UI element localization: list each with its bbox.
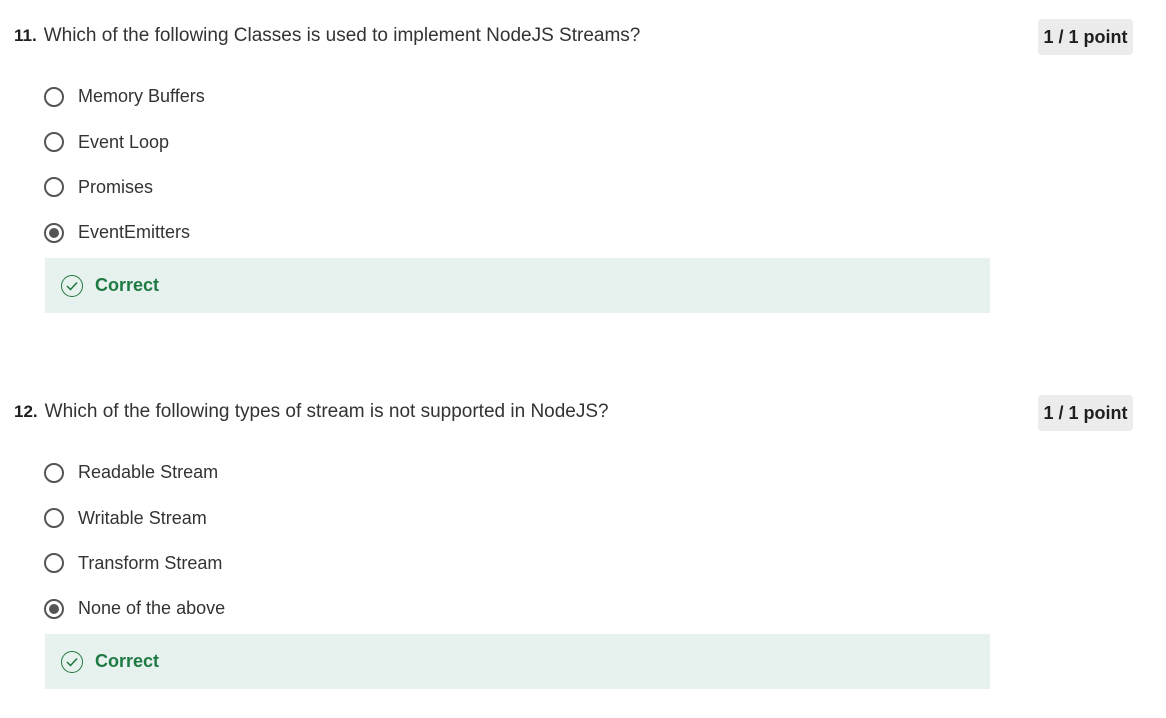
radio-button[interactable] [44,86,64,107]
options-list: Readable Stream Writable Stream Transfor… [44,450,225,632]
points-badge: 1 / 1 point [1038,19,1133,55]
question-header: 12. Which of the following types of stre… [14,394,609,430]
feedback-text: Correct [95,651,160,671]
options-list: Memory Buffers Event Loop Promises Event… [44,74,205,256]
question-11: 11. Which of the following Classes is us… [0,18,1166,318]
option-label: Memory Buffers [78,86,205,107]
option-promises[interactable]: Promises [44,165,205,210]
option-label: Readable Stream [78,462,219,483]
option-writable-stream[interactable]: Writable Stream [44,495,225,540]
points-badge: 1 / 1 point [1038,395,1133,431]
question-number: 11. [14,26,37,45]
option-label: Promises [78,176,154,197]
question-number: 12. [14,402,38,421]
question-text: Which of the following types of stream i… [44,401,609,422]
option-label: None of the above [78,598,226,619]
option-eventemitters[interactable]: EventEmitters [44,210,205,255]
radio-button-selected[interactable] [44,222,64,243]
radio-button[interactable] [44,553,64,574]
option-transform-stream[interactable]: Transform Stream [44,541,225,586]
check-circle-icon [61,650,83,673]
option-readable-stream[interactable]: Readable Stream [44,450,225,495]
radio-button[interactable] [44,462,64,483]
feedback-text: Correct [95,275,160,295]
option-event-loop[interactable]: Event Loop [44,119,205,164]
question-header: 11. Which of the following Classes is us… [14,18,640,54]
check-circle-icon [61,274,83,297]
radio-button[interactable] [44,177,64,198]
option-none-of-the-above[interactable]: None of the above [44,586,225,631]
option-memory-buffers[interactable]: Memory Buffers [44,74,205,119]
radio-button[interactable] [44,132,64,153]
question-12: 12. Which of the following types of stre… [0,394,1166,694]
radio-button-selected[interactable] [44,598,64,619]
option-label: Writable Stream [78,507,207,528]
feedback-correct: Correct [45,634,990,689]
option-label: Event Loop [78,131,170,152]
radio-button[interactable] [44,508,64,529]
option-label: Transform Stream [78,552,223,573]
question-text: Which of the following Classes is used t… [43,25,641,46]
feedback-correct: Correct [45,258,990,313]
option-label: EventEmitters [78,222,191,243]
